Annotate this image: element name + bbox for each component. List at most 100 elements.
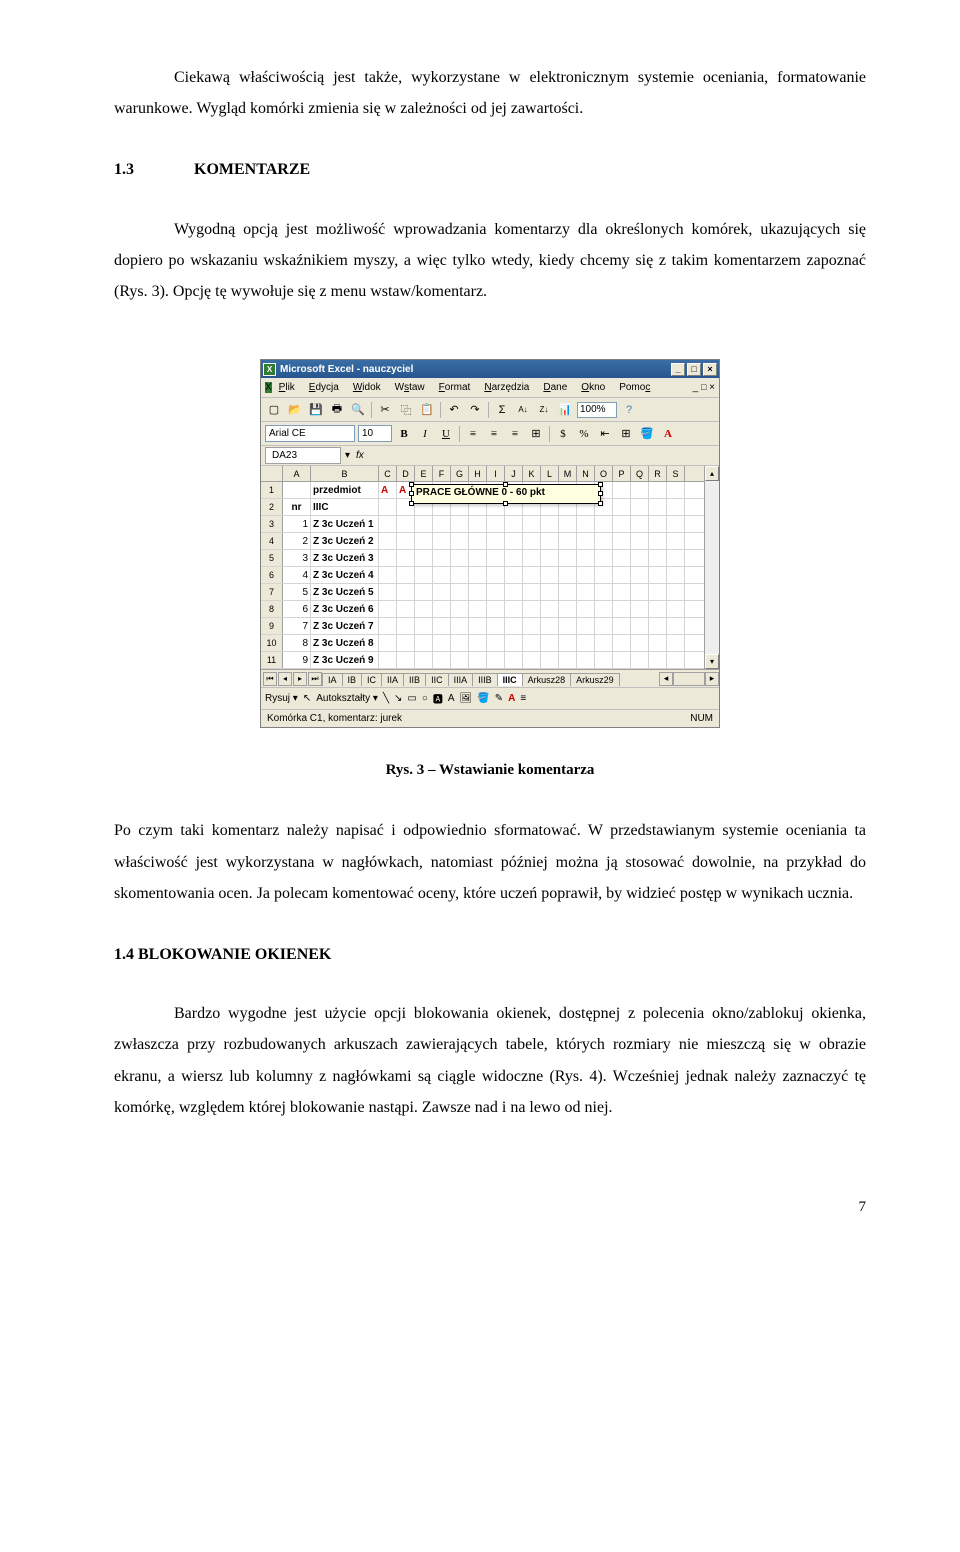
- cell[interactable]: [613, 482, 631, 498]
- tab-nav-first-icon[interactable]: ⏮: [263, 672, 277, 686]
- cell[interactable]: [505, 618, 523, 634]
- cell[interactable]: [379, 499, 397, 515]
- cell[interactable]: [487, 567, 505, 583]
- table-row[interactable]: 97Z 3c Uczeń 7: [261, 618, 704, 635]
- cell[interactable]: Z 3c Uczeń 3: [311, 550, 379, 566]
- cell[interactable]: [631, 635, 649, 651]
- cell[interactable]: [451, 516, 469, 532]
- oval-icon[interactable]: ○: [422, 693, 428, 704]
- cell[interactable]: [487, 601, 505, 617]
- cell[interactable]: [469, 618, 487, 634]
- row-header[interactable]: 3: [261, 516, 283, 532]
- col-header[interactable]: M: [559, 466, 577, 481]
- chart-icon[interactable]: 📊: [556, 401, 574, 419]
- cell[interactable]: [595, 533, 613, 549]
- cut-icon[interactable]: ✂: [376, 401, 394, 419]
- cell[interactable]: [577, 618, 595, 634]
- cell[interactable]: [505, 652, 523, 668]
- cell[interactable]: [505, 584, 523, 600]
- sort-desc-icon[interactable]: Z↓: [535, 401, 553, 419]
- cell[interactable]: [523, 635, 541, 651]
- cell[interactable]: [523, 618, 541, 634]
- cell[interactable]: [487, 584, 505, 600]
- cell[interactable]: [559, 601, 577, 617]
- cell[interactable]: [523, 567, 541, 583]
- wordart-icon[interactable]: A: [448, 693, 455, 704]
- tab-nav-last-icon[interactable]: ⏭: [308, 672, 322, 686]
- save-icon[interactable]: 💾: [307, 401, 325, 419]
- cell[interactable]: [667, 533, 685, 549]
- col-header[interactable]: A: [283, 466, 311, 481]
- cell[interactable]: [577, 516, 595, 532]
- cell[interactable]: [577, 635, 595, 651]
- cell[interactable]: [667, 618, 685, 634]
- cell[interactable]: [595, 567, 613, 583]
- cell[interactable]: Z 3c Uczeń 8: [311, 635, 379, 651]
- cell[interactable]: [469, 567, 487, 583]
- cell[interactable]: [541, 533, 559, 549]
- cell[interactable]: [523, 550, 541, 566]
- cell[interactable]: Z 3c Uczeń 6: [311, 601, 379, 617]
- cell[interactable]: nr: [283, 499, 311, 515]
- cell[interactable]: [631, 533, 649, 549]
- italic-button[interactable]: I: [416, 425, 434, 443]
- underline-button[interactable]: U: [437, 425, 455, 443]
- cell[interactable]: [451, 601, 469, 617]
- cell[interactable]: [487, 652, 505, 668]
- menu-okno[interactable]: Okno: [574, 380, 612, 395]
- copy-icon[interactable]: ⿻: [397, 401, 415, 419]
- currency-icon[interactable]: $: [554, 425, 572, 443]
- cell[interactable]: Z 3c Uczeń 4: [311, 567, 379, 583]
- cell[interactable]: [487, 618, 505, 634]
- cell[interactable]: [379, 567, 397, 583]
- menu-format[interactable]: Format: [432, 380, 478, 395]
- cell[interactable]: [433, 635, 451, 651]
- cell[interactable]: [595, 601, 613, 617]
- cell[interactable]: [649, 618, 667, 634]
- menu-edycja[interactable]: Edycja: [302, 380, 346, 395]
- col-header[interactable]: D: [397, 466, 415, 481]
- bold-button[interactable]: B: [395, 425, 413, 443]
- cell[interactable]: [469, 584, 487, 600]
- col-header[interactable]: I: [487, 466, 505, 481]
- percent-icon[interactable]: %: [575, 425, 593, 443]
- font-color-icon[interactable]: A: [659, 425, 677, 443]
- col-header[interactable]: O: [595, 466, 613, 481]
- cell[interactable]: [667, 635, 685, 651]
- cell[interactable]: [667, 516, 685, 532]
- sort-asc-icon[interactable]: A↓: [514, 401, 532, 419]
- tab-nav-prev-icon[interactable]: ◂: [278, 672, 292, 686]
- sheet-tab[interactable]: IIB: [403, 673, 426, 686]
- col-header[interactable]: F: [433, 466, 451, 481]
- sheet-tab[interactable]: IIC: [425, 673, 449, 686]
- sum-icon[interactable]: Σ: [493, 401, 511, 419]
- sheet-tab[interactable]: IA: [322, 673, 343, 686]
- line-style-icon[interactable]: ≡: [520, 693, 526, 704]
- cell[interactable]: [379, 584, 397, 600]
- menu-plik[interactable]: Plik: [272, 380, 302, 395]
- col-header[interactable]: N: [577, 466, 595, 481]
- row-header[interactable]: 5: [261, 550, 283, 566]
- menu-widok[interactable]: Widok: [346, 380, 388, 395]
- cell[interactable]: 6: [283, 601, 311, 617]
- cell[interactable]: przedmiot: [311, 482, 379, 498]
- row-header[interactable]: 1: [261, 482, 283, 498]
- cell[interactable]: [451, 533, 469, 549]
- redo-icon[interactable]: ↷: [466, 401, 484, 419]
- cell[interactable]: [379, 652, 397, 668]
- cell[interactable]: [397, 567, 415, 583]
- cell[interactable]: [577, 533, 595, 549]
- rect-icon[interactable]: ▭: [407, 693, 416, 704]
- cell[interactable]: [415, 635, 433, 651]
- cell[interactable]: [523, 584, 541, 600]
- cell[interactable]: 8: [283, 635, 311, 651]
- vertical-scrollbar[interactable]: ▴ ▾: [704, 466, 719, 669]
- cell[interactable]: [379, 601, 397, 617]
- name-box[interactable]: DA23: [265, 447, 341, 464]
- cell[interactable]: [613, 533, 631, 549]
- cell[interactable]: [541, 584, 559, 600]
- cell[interactable]: [487, 533, 505, 549]
- cell[interactable]: [433, 652, 451, 668]
- cell[interactable]: [667, 652, 685, 668]
- cell[interactable]: [649, 499, 667, 515]
